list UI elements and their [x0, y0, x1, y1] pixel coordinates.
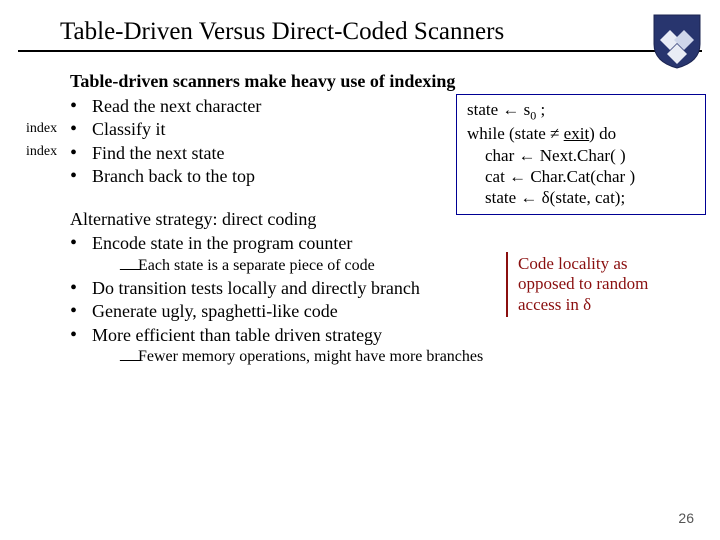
code-line: char ← Next.Char( )	[467, 145, 695, 166]
shield-logo	[650, 10, 704, 70]
title-underline	[18, 50, 702, 52]
item-text: Encode state in the program counter	[92, 233, 352, 253]
pseudocode-box: state ← s0 ; while (state ≠ exit) do cha…	[456, 94, 706, 215]
list-item: Encode state in the program counter Each…	[70, 232, 702, 276]
code-text: state ← s	[467, 100, 530, 119]
code-text: while (state ≠	[467, 124, 564, 143]
section-direct-coding: Alternative strategy: direct coding Enco…	[70, 208, 702, 368]
item-text: More efficient than table driven strateg…	[92, 325, 382, 345]
sub-item: Each state is a separate piece of code	[120, 256, 702, 276]
list-item: Generate ugly, spaghetti-like code	[70, 300, 702, 323]
section-lead: Table-driven scanners make heavy use of …	[70, 70, 702, 93]
margin-label: index	[26, 118, 57, 140]
sub-list: Each state is a separate piece of code	[92, 256, 702, 276]
slide-title: Table-Driven Versus Direct-Coded Scanner…	[60, 18, 702, 46]
margin-index-labels: index index	[26, 117, 57, 163]
code-line: state ← δ(state, cat);	[467, 187, 695, 208]
sub-item: Fewer memory operations, might have more…	[120, 347, 702, 367]
code-line: state ← s0 ;	[467, 99, 695, 123]
code-text: ) do	[589, 124, 616, 143]
margin-label: index	[26, 141, 57, 163]
code-text: ;	[536, 100, 545, 119]
list-item: Do transition tests locally and directly…	[70, 277, 702, 300]
code-line: cat ← Char.Cat(char )	[467, 166, 695, 187]
code-underlined: exit	[564, 124, 590, 143]
page-number: 26	[678, 510, 694, 526]
section-table-driven: index index Table-driven scanners make h…	[70, 70, 702, 188]
sub-list: Fewer memory operations, might have more…	[92, 347, 702, 367]
list-item: More efficient than table driven strateg…	[70, 324, 702, 368]
slide-body: index index Table-driven scanners make h…	[18, 70, 702, 367]
slide: Table-Driven Versus Direct-Coded Scanner…	[0, 0, 720, 540]
code-line: while (state ≠ exit) do	[467, 123, 695, 144]
bullet-list: Encode state in the program counter Each…	[70, 232, 702, 367]
